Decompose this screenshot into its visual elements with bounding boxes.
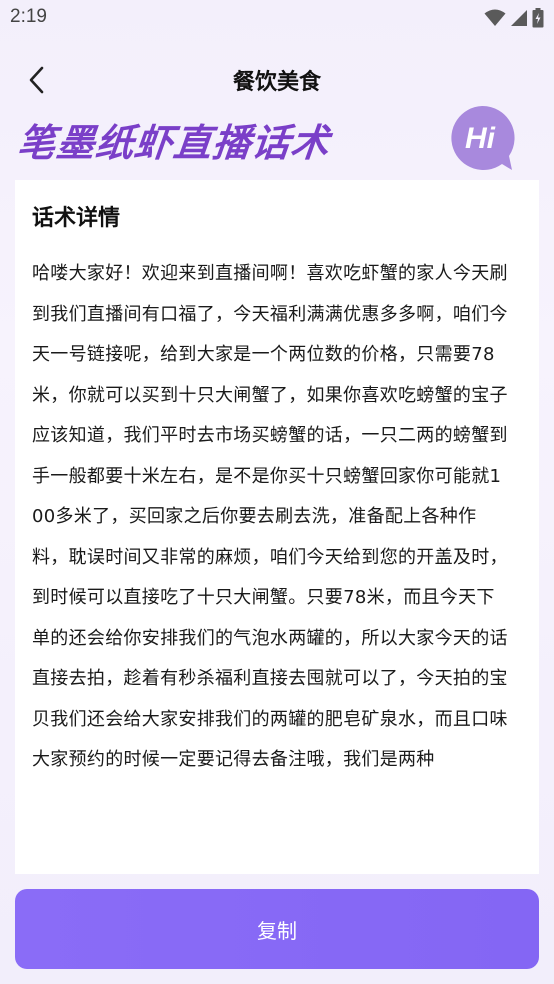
banner-title: 笔墨纸虾直播话术 bbox=[15, 121, 332, 165]
status-time: 2:19 bbox=[10, 6, 47, 27]
hi-badge-text: Hi bbox=[465, 122, 496, 155]
hi-chat-icon: Hi bbox=[451, 105, 515, 170]
nav-bar: 餐饮美食 bbox=[0, 52, 554, 108]
wifi-icon bbox=[484, 9, 506, 26]
card-title: 话术详情 bbox=[32, 206, 121, 231]
status-bar: 2:19 bbox=[0, 0, 554, 38]
battery-icon bbox=[532, 8, 544, 28]
script-body-text: 哈喽大家好！欢迎来到直播间啊！喜欢吃虾蟹的家人今天刷到我们直播间有口福了，今天福… bbox=[32, 263, 508, 770]
script-detail-card: 话术详情 哈喽大家好！欢迎来到直播间啊！喜欢吃虾蟹的家人今天刷到我们直播间有口福… bbox=[15, 180, 539, 874]
signal-icon bbox=[511, 10, 527, 26]
copy-button[interactable]: 复制 bbox=[15, 889, 539, 969]
page-title: 餐饮美食 bbox=[232, 70, 321, 95]
status-icons bbox=[484, 8, 544, 28]
